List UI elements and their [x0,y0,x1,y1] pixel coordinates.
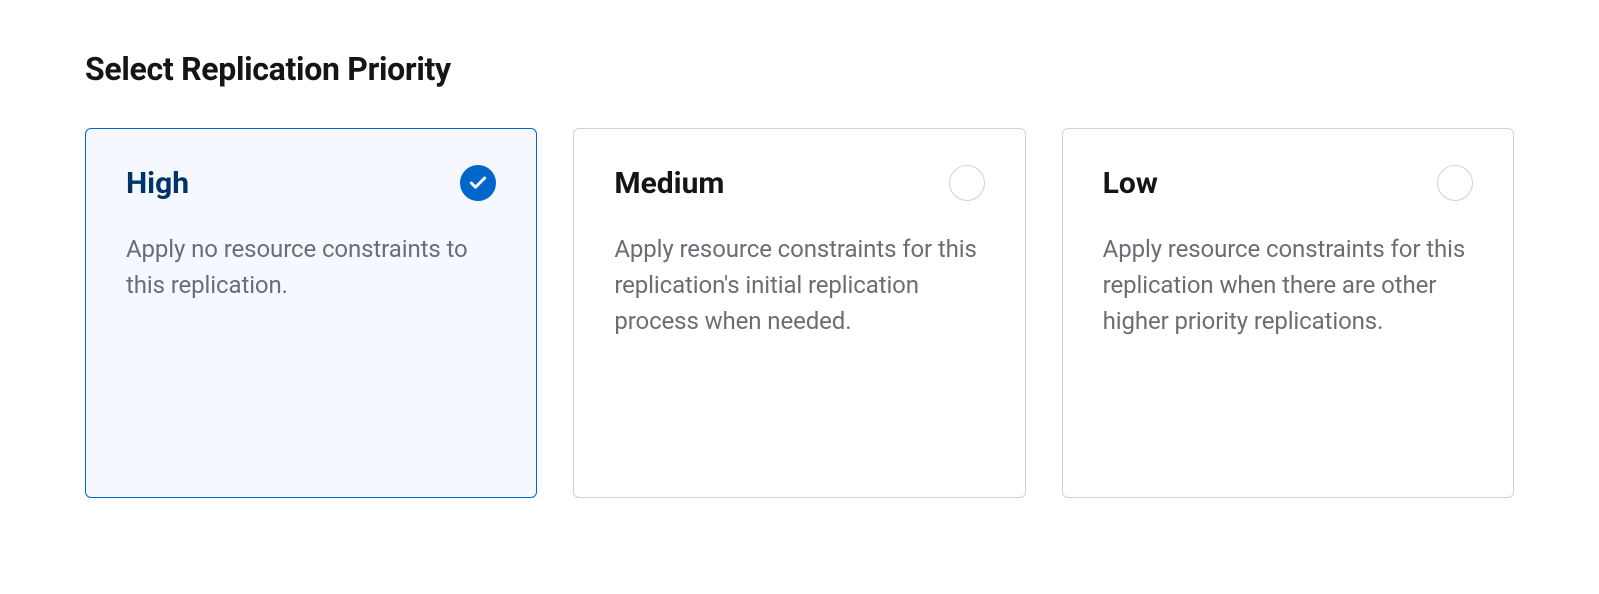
radio-indicator[interactable] [460,165,496,201]
priority-option-low[interactable]: Low Apply resource constraints for this … [1062,128,1514,498]
option-title: Low [1103,166,1158,201]
option-header: Low [1103,165,1473,201]
option-title: Medium [614,166,724,201]
check-icon [468,173,488,193]
priority-option-high[interactable]: High Apply no resource constraints to th… [85,128,537,498]
page-title: Select Replication Priority [85,50,1514,88]
radio-indicator[interactable] [949,165,985,201]
priority-option-medium[interactable]: Medium Apply resource constraints for th… [573,128,1025,498]
priority-options-row: High Apply no resource constraints to th… [85,128,1514,498]
option-title: High [126,166,189,201]
option-header: Medium [614,165,984,201]
option-description: Apply resource constraints for this repl… [614,231,984,339]
option-description: Apply no resource constraints to this re… [126,231,496,303]
option-header: High [126,165,496,201]
radio-indicator[interactable] [1437,165,1473,201]
option-description: Apply resource constraints for this repl… [1103,231,1473,339]
